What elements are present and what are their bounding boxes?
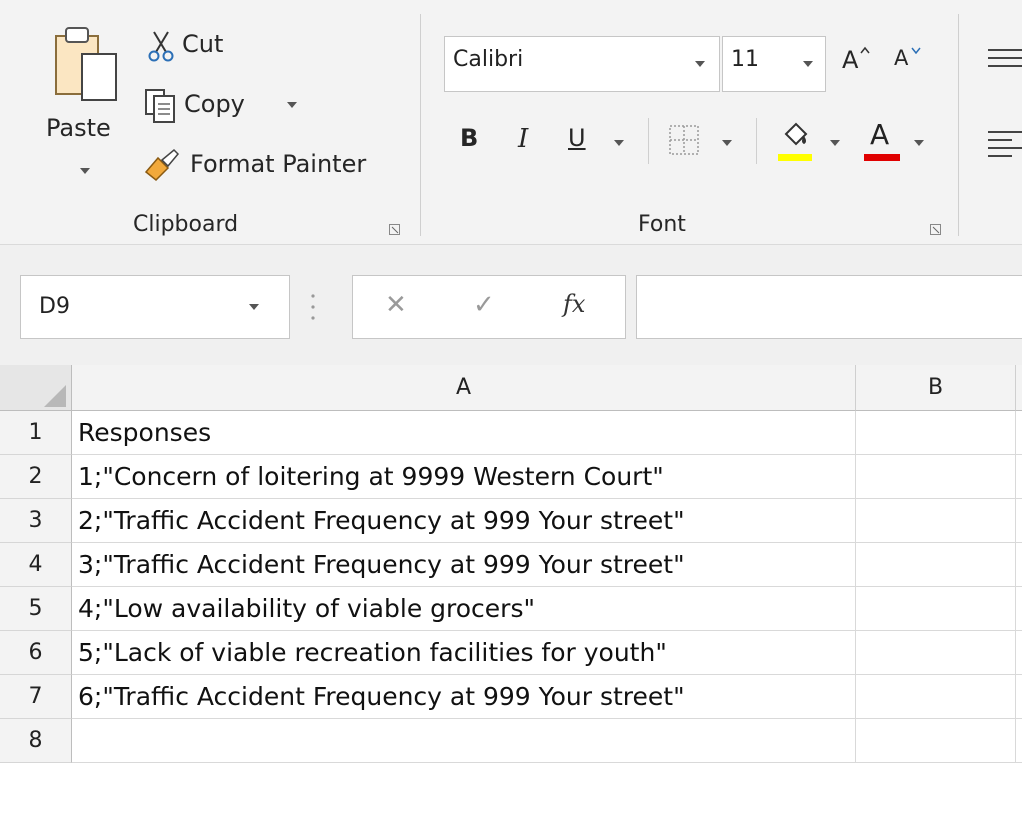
cell-b6[interactable] (856, 631, 1016, 675)
cell-a1[interactable]: Responses (72, 411, 856, 455)
formula-input[interactable] (636, 275, 1022, 339)
row-header[interactable]: 5 (0, 587, 72, 631)
row-header[interactable]: 1 (0, 411, 72, 455)
cell-c6[interactable] (1016, 631, 1022, 675)
fill-color-dropdown-caret[interactable] (830, 140, 840, 146)
borders-dropdown-caret[interactable] (722, 140, 732, 146)
align-top-icon[interactable] (986, 46, 1022, 72)
cell-b7[interactable] (856, 675, 1016, 719)
column-header-b[interactable]: B (856, 365, 1016, 411)
ribbon: Paste Cut Copy Format Painter Clipboard … (0, 0, 1022, 244)
font-size-value: 11 (731, 47, 759, 72)
vertical-dots-icon[interactable] (310, 292, 316, 322)
increase-font-size-button[interactable]: A (842, 44, 876, 80)
enter-icon[interactable]: ✓ (473, 290, 495, 320)
cell-b4[interactable] (856, 543, 1016, 587)
paint-bucket-icon (784, 122, 808, 146)
cell-c5[interactable] (1016, 587, 1022, 631)
cut-button[interactable]: Cut (142, 28, 252, 62)
cell-a5[interactable]: 4;"Low availability of viable grocers" (72, 587, 856, 631)
cell-a3[interactable]: 2;"Traffic Accident Frequency at 999 You… (72, 499, 856, 543)
ribbon-separator (958, 14, 959, 236)
clipboard-icon (55, 27, 117, 101)
row-header[interactable]: 6 (0, 631, 72, 675)
font-size-combobox[interactable]: 11 (722, 36, 826, 92)
font-color-dropdown-caret[interactable] (914, 140, 924, 146)
fill-color-swatch (778, 154, 812, 161)
paintbrush-icon (144, 148, 180, 182)
font-color-button[interactable]: A (862, 118, 902, 168)
cell-a8[interactable] (72, 719, 856, 763)
row-header[interactable]: 7 (0, 675, 72, 719)
font-name-combobox[interactable]: Calibri (444, 36, 720, 92)
cell-c4[interactable] (1016, 543, 1022, 587)
cancel-icon[interactable]: ✕ (385, 290, 407, 320)
chevron-down-icon[interactable] (695, 61, 705, 67)
caret-down-icon (911, 47, 921, 54)
italic-button[interactable]: I (518, 124, 528, 154)
decrease-font-size-label: A (894, 46, 909, 70)
cell-c1[interactable] (1016, 411, 1022, 455)
name-box[interactable]: D9 (20, 275, 290, 339)
row-header[interactable]: 4 (0, 543, 72, 587)
decrease-font-size-button[interactable]: A (894, 44, 928, 80)
cell-a4[interactable]: 3;"Traffic Accident Frequency at 999 You… (72, 543, 856, 587)
cell-b3[interactable] (856, 499, 1016, 543)
copy-icon (145, 89, 175, 123)
cell-a2[interactable]: 1;"Concern of loitering at 9999 Western … (72, 455, 856, 499)
row-header[interactable]: 8 (0, 719, 72, 763)
column-header-c[interactable] (1016, 365, 1022, 411)
align-left-icon[interactable] (986, 128, 1022, 162)
paste-dropdown-caret[interactable] (80, 168, 90, 174)
copy-dropdown-caret[interactable] (287, 102, 297, 108)
cell-c2[interactable] (1016, 455, 1022, 499)
row-header[interactable]: 2 (0, 455, 72, 499)
formula-buttons: ✕ ✓ fx (352, 275, 626, 339)
insert-function-icon[interactable]: fx (563, 290, 585, 318)
cell-c8[interactable] (1016, 719, 1022, 763)
cell-b1[interactable] (856, 411, 1016, 455)
scissors-icon (148, 31, 174, 62)
font-dialog-launcher-icon[interactable] (930, 224, 941, 235)
copy-label: Copy (184, 90, 245, 118)
font-group-label: Font (638, 212, 686, 237)
select-all-corner[interactable] (0, 365, 72, 411)
underline-dropdown-caret[interactable] (614, 140, 624, 146)
cell-a7[interactable]: 6;"Traffic Accident Frequency at 999 You… (72, 675, 856, 719)
paste-button[interactable]: Paste (40, 22, 130, 182)
fill-color-button[interactable] (776, 118, 816, 168)
paste-label: Paste (46, 114, 111, 142)
cell-a6[interactable]: 5;"Lack of viable recreation facilities … (72, 631, 856, 675)
row-header[interactable]: 3 (0, 499, 72, 543)
font-color-label: A (870, 118, 890, 151)
chevron-down-icon[interactable] (249, 304, 259, 310)
clipboard-group-label: Clipboard (133, 212, 239, 237)
ribbon-separator (420, 14, 421, 236)
cut-label: Cut (182, 30, 224, 58)
borders-icon[interactable] (668, 124, 700, 156)
name-box-value: D9 (39, 294, 70, 319)
bold-button[interactable]: B (460, 124, 478, 152)
ribbon-separator (756, 118, 757, 164)
copy-button[interactable]: Copy (142, 88, 302, 123)
column-header-a[interactable]: A (72, 365, 856, 411)
clipboard-dialog-launcher-icon[interactable] (389, 224, 400, 235)
underline-button[interactable]: U (568, 124, 586, 152)
increase-font-size-label: A (842, 46, 859, 74)
format-painter-button[interactable]: Format Painter (142, 146, 392, 182)
cell-b2[interactable] (856, 455, 1016, 499)
cell-b5[interactable] (856, 587, 1016, 631)
ribbon-separator (648, 118, 649, 164)
caret-up-icon (860, 46, 870, 54)
font-color-swatch (864, 154, 900, 161)
cell-c7[interactable] (1016, 675, 1022, 719)
worksheet-grid: A B 1 Responses 2 1;"Concern of loiterin… (0, 365, 1022, 815)
font-name-value: Calibri (453, 47, 524, 72)
chevron-down-icon[interactable] (803, 61, 813, 67)
cell-b8[interactable] (856, 719, 1016, 763)
cell-c3[interactable] (1016, 499, 1022, 543)
select-all-triangle-icon (44, 385, 66, 407)
format-painter-label: Format Painter (190, 150, 367, 178)
